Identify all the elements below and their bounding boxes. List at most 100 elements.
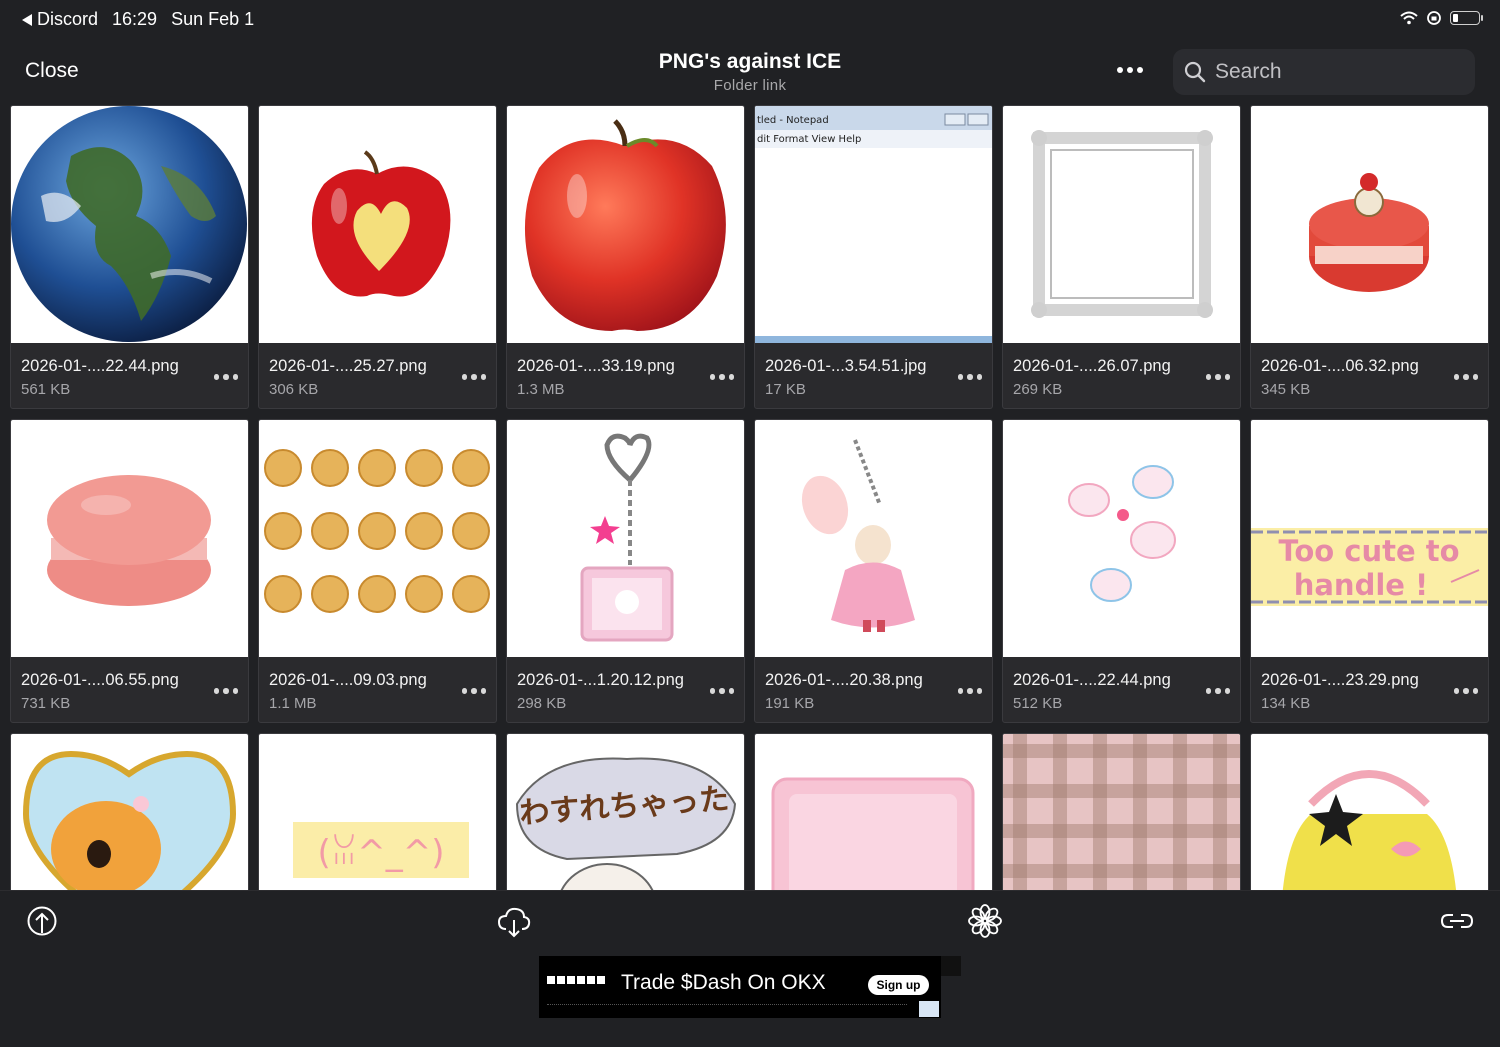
file-card[interactable]: 2026-01-....25.27.png 306 KB [258,105,497,409]
search-input[interactable] [1215,60,1455,84]
file-card[interactable]: 2026-01-....33.19.png 1.3 MB [506,105,745,409]
file-size: 512 KB [1013,695,1063,712]
more-dot [728,688,734,694]
file-more-button[interactable] [1205,688,1230,694]
file-name: 2026-01-....22.44.png [1013,671,1171,689]
file-size: 1.1 MB [269,695,317,712]
more-dot [461,688,467,694]
file-card[interactable] [1250,733,1489,890]
file-size: 269 KB [1013,381,1063,398]
more-dot [1224,374,1230,380]
file-thumbnail[interactable] [259,420,496,657]
file-thumbnail[interactable] [1251,734,1488,890]
search-field[interactable] [1173,49,1475,95]
more-dot [1453,374,1459,380]
more-dot [967,688,973,694]
file-name: 2026-01-...3.54.51.jpg [765,357,927,375]
file-thumbnail[interactable] [1003,420,1240,657]
file-card[interactable] [1002,733,1241,890]
file-card[interactable]: 2026-01-....06.55.png 731 KB [10,419,249,723]
link-icon[interactable] [1439,903,1475,939]
more-dot [223,688,229,694]
file-size: 306 KB [269,381,319,398]
file-more-button[interactable] [213,688,238,694]
upload-icon[interactable] [24,903,60,939]
title-block: PNG's against ICE Folder link [550,50,950,94]
status-bar: Discord 16:29 Sun Feb 1 [0,0,1500,40]
file-card[interactable]: 2026-01-...1.20.12.png 298 KB [506,419,745,723]
file-card[interactable] [10,733,249,890]
file-name: 2026-01-....06.32.png [1261,357,1419,375]
more-dot [1117,67,1123,73]
file-card[interactable]: 2026-01-....20.38.png 191 KB [754,419,993,723]
file-size: 17 KB [765,381,806,398]
file-card[interactable]: 2026-01-....26.07.png 269 KB [1002,105,1241,409]
file-thumbnail[interactable] [507,420,744,657]
file-thumbnail[interactable] [11,106,248,343]
file-thumbnail[interactable] [1003,734,1240,890]
file-thumbnail[interactable] [11,734,248,890]
cloud-download-icon[interactable] [496,903,532,939]
file-name: 2026-01-....22.44.png [21,357,179,375]
more-dot [1472,688,1478,694]
file-more-button[interactable] [1453,688,1478,694]
file-more-button[interactable] [1205,374,1230,380]
file-thumbnail[interactable] [507,106,744,343]
more-dot [957,374,963,380]
file-more-button[interactable] [957,374,982,380]
file-card[interactable]: (ꈍ^_^) [258,733,497,890]
file-more-button[interactable] [461,374,486,380]
file-more-button[interactable] [461,688,486,694]
more-dot [213,688,219,694]
file-thumbnail[interactable]: Too cute to handle ! [1251,420,1488,657]
file-more-button[interactable] [709,374,734,380]
file-card[interactable]: 2026-01-....06.32.png 345 KB [1250,105,1489,409]
file-card[interactable]: Too cute to handle ! 2026-01-....23.29.p… [1250,419,1489,723]
more-dot [480,374,486,380]
close-button[interactable]: Close [25,59,79,83]
more-dot [1463,688,1469,694]
back-to-app-button[interactable]: Discord [22,9,98,30]
ad-fine-print [547,1004,907,1009]
file-size: 134 KB [1261,695,1311,712]
file-thumbnail[interactable] [755,734,992,890]
file-thumbnail[interactable]: (ꈍ^_^) [259,734,496,890]
file-card[interactable]: 2026-01-....22.44.png 561 KB [10,105,249,409]
file-more-button[interactable] [1453,374,1478,380]
more-dot [719,374,725,380]
ad-banner[interactable]: Trade $Dash On OKX Sign up [539,956,941,1018]
more-dot [213,374,219,380]
photos-icon[interactable] [967,903,1003,939]
status-date: Sun Feb 1 [171,9,255,29]
more-dot [1127,67,1133,73]
more-dot [232,688,238,694]
file-more-button[interactable] [213,374,238,380]
more-dot [1453,688,1459,694]
file-name: 2026-01-....25.27.png [269,357,427,375]
more-dot [471,688,477,694]
file-more-button[interactable] [957,688,982,694]
ad-choices-icon[interactable] [919,1001,939,1017]
ad-text: Trade $Dash On OKX [621,971,826,994]
file-card[interactable]: わすれちゃった [506,733,745,890]
more-options-button[interactable] [1117,64,1147,76]
file-thumbnail[interactable]: tled - Notepad dit Format View Help [755,106,992,343]
file-card[interactable]: 2026-01-....09.03.png 1.1 MB [258,419,497,723]
file-card[interactable]: 2026-01-....22.44.png 512 KB [1002,419,1241,723]
file-name: 2026-01-....33.19.png [517,357,675,375]
file-thumbnail[interactable] [1251,106,1488,343]
file-card[interactable]: tled - Notepad dit Format View Help 2026… [754,105,993,409]
file-thumbnail[interactable]: わすれちゃった [507,734,744,890]
file-thumbnail[interactable] [11,420,248,657]
back-app-label: Discord [37,9,99,29]
file-thumbnail[interactable] [1003,106,1240,343]
file-more-button[interactable] [709,688,734,694]
file-name: 2026-01-...1.20.12.png [517,671,684,689]
ad-signup-button[interactable]: Sign up [868,975,929,995]
file-card[interactable] [754,733,993,890]
svg-text:tled - Notepad: tled - Notepad [757,115,829,126]
file-thumbnail[interactable] [259,106,496,343]
file-thumbnail[interactable] [755,420,992,657]
more-dot [1215,688,1221,694]
more-dot [1205,374,1211,380]
